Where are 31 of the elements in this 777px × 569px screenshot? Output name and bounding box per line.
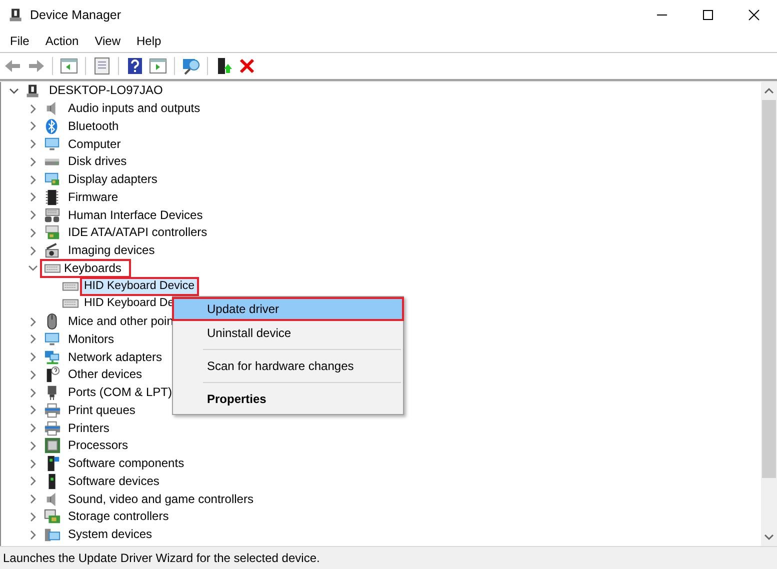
tree-item[interactable]: Human Interface Devices [64, 206, 207, 225]
tree-item[interactable]: Sound, video and game controllers [64, 490, 258, 509]
tree-item[interactable]: Imaging devices [64, 241, 159, 260]
tree-item[interactable]: Storage controllers [64, 507, 173, 526]
tree-item[interactable]: Display adapters [64, 170, 162, 190]
menu-item[interactable]: File [2, 34, 38, 48]
tree-item[interactable]: Software components [64, 454, 188, 474]
menu-item[interactable]: Action [37, 34, 87, 48]
tree-item[interactable]: Bluetooth [64, 116, 123, 136]
tree-item[interactable]: DESKTOP-LO97JAO [45, 82, 167, 100]
menu-item[interactable]: Help [128, 34, 170, 48]
window-title: Device Manager [30, 8, 122, 22]
tree-item[interactable]: Software devices [64, 472, 164, 491]
tree-item[interactable]: Firmware [64, 188, 122, 207]
status-text: Launches the Update Driver Wizard for the selected device. [3, 551, 320, 565]
tree-item[interactable]: Print queues [64, 400, 140, 420]
menu-item[interactable]: Update driver [172, 297, 404, 321]
menu-item[interactable]: Scan for hardware changes [172, 354, 404, 378]
tree-item[interactable]: IDE ATA/ATAPI controllers [64, 223, 212, 242]
menu-item[interactable]: View [86, 34, 128, 48]
tree-item[interactable]: Other devices [64, 365, 146, 384]
tree-item[interactable]: Processors [64, 436, 132, 456]
tree-item[interactable]: Printers [64, 418, 114, 438]
tree-item[interactable]: Audio inputs and outputs [64, 99, 204, 118]
tree-item[interactable]: Disk drives [64, 152, 131, 172]
tree-item[interactable]: Network adapters [64, 348, 166, 367]
tree-item[interactable]: Computer [64, 134, 125, 154]
menu-item[interactable]: Uninstall device [172, 321, 404, 345]
tree-item[interactable]: System devices [64, 525, 156, 544]
tree-item[interactable]: Monitors [64, 330, 118, 349]
tree-item[interactable]: HID Keyboard Device [80, 276, 199, 296]
